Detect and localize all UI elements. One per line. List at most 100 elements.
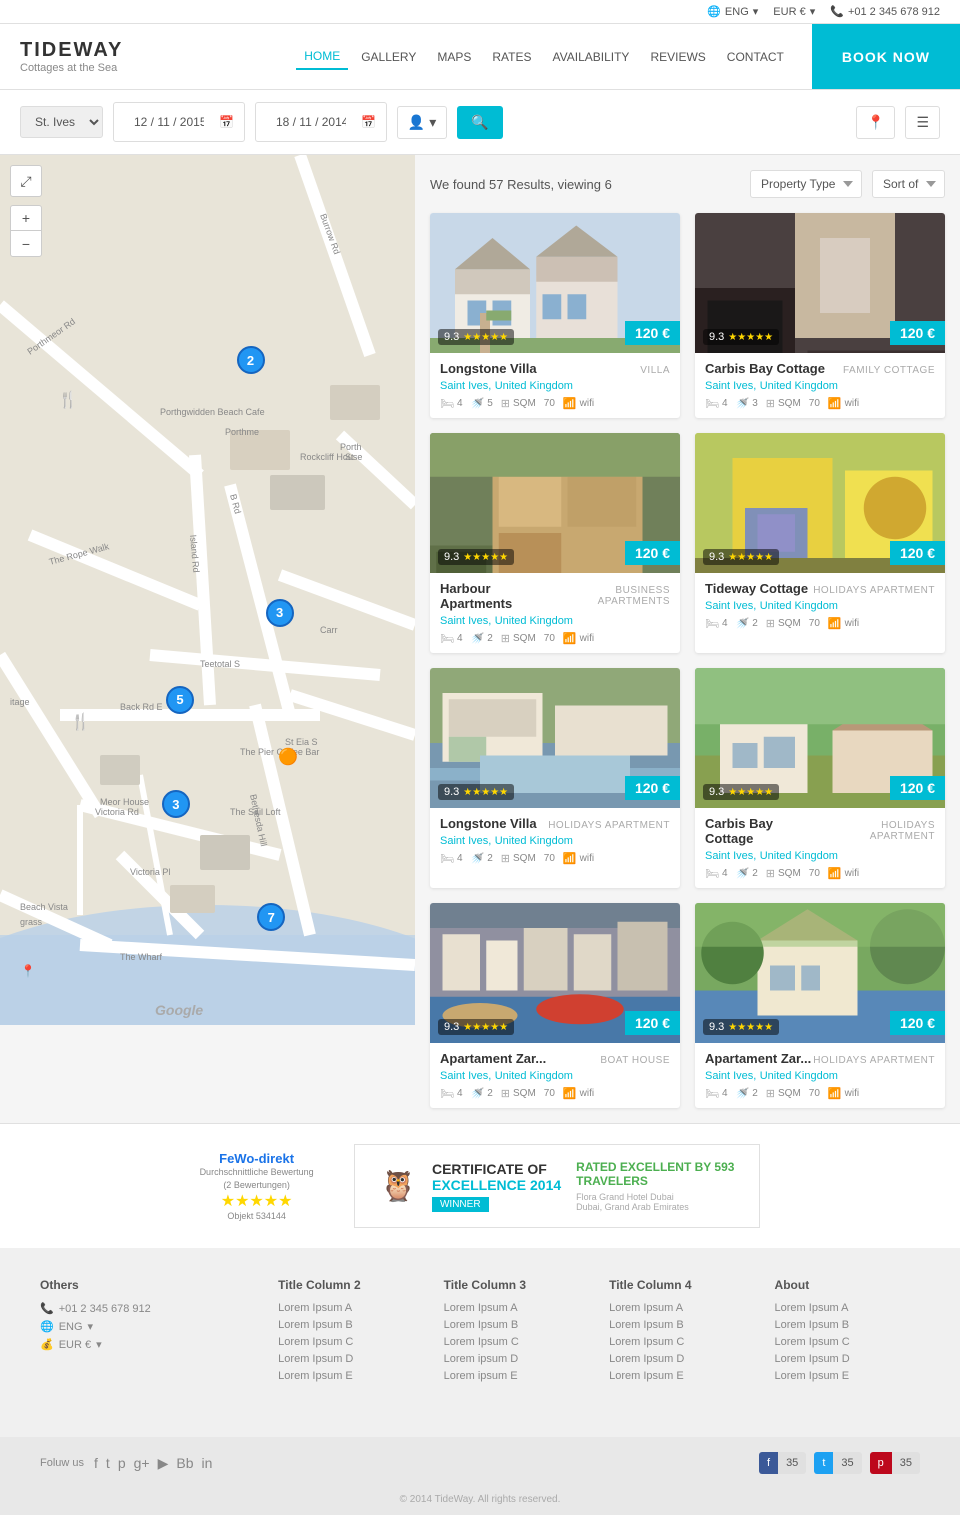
property-city[interactable]: Saint Ives,	[440, 380, 491, 392]
pinterest-count[interactable]: p 35	[870, 1452, 920, 1474]
location-pin-button[interactable]: 📍	[856, 106, 895, 139]
amenity-wifi: 📶 wifi	[828, 397, 859, 410]
currency-selector[interactable]: EUR € ▾	[773, 5, 815, 18]
property-city[interactable]: Saint Ives,	[705, 600, 756, 612]
nav-reviews[interactable]: REVIEWS	[642, 45, 713, 69]
nav-home[interactable]: HOME	[296, 44, 348, 70]
nav-rates[interactable]: RATES	[484, 45, 539, 69]
property-card[interactable]: 9.3 ★★★★★ 120 € Apartament Zar... HOLIDA…	[695, 903, 945, 1108]
property-card[interactable]: 9.3 ★★★★★ 120 € Longstone Villa VILLA Sa…	[430, 213, 680, 418]
rating-badge: 9.3 ★★★★★	[438, 329, 514, 345]
rating-badge: 9.3 ★★★★★	[438, 1019, 514, 1035]
property-name: Tideway Cottage	[705, 581, 808, 596]
zoom-in-button[interactable]: +	[11, 206, 41, 231]
amenity-wifi: 📶 wifi	[563, 1087, 594, 1100]
map-expand-button[interactable]: ⤢	[10, 165, 42, 197]
map-pin-3a[interactable]: 3	[266, 599, 294, 627]
cert-text: CERTIFICATE OFEXCELLENCE 2014 WINNER	[432, 1161, 561, 1212]
property-card[interactable]: 9.3 ★★★★★ 120 € Tideway Cottage HOLIDAYS…	[695, 433, 945, 653]
amenity-baths: 🚿 2	[471, 852, 493, 865]
property-card[interactable]: 9.3 ★★★★★ 120 € Harbour Apartments BUSIN…	[430, 433, 680, 653]
footer-list-item: Lorem Ipsum A	[775, 1302, 920, 1314]
currency-chevron-icon: ▾	[810, 5, 816, 18]
sqm-number: 70	[809, 398, 820, 409]
menu-button[interactable]: ☰	[905, 106, 940, 139]
bed-count: 4	[457, 1088, 463, 1099]
sqm-number: 70	[544, 398, 555, 409]
zoom-out-button[interactable]: −	[11, 231, 41, 256]
search-button[interactable]: 🔍	[457, 106, 502, 139]
checkin-date[interactable]	[124, 108, 214, 136]
date-to-input[interactable]: 📅	[255, 102, 387, 142]
social-bb[interactable]: Bb	[176, 1455, 193, 1472]
property-country[interactable]: United Kingdom	[495, 1070, 573, 1082]
social-pinterest[interactable]: p	[118, 1455, 126, 1472]
map-poi-3: 🟠	[278, 747, 298, 767]
property-country[interactable]: United Kingdom	[495, 835, 573, 847]
sort-select[interactable]: Sort of	[872, 170, 945, 198]
wifi-label: wifi	[845, 868, 859, 879]
property-amenities: 🛏 4 🚿 2 ⊞ SQM 70 📶	[440, 852, 670, 865]
property-country[interactable]: United Kingdom	[495, 615, 573, 627]
property-city[interactable]: Saint Ives,	[705, 380, 756, 392]
property-country[interactable]: United Kingdom	[760, 850, 838, 862]
property-city[interactable]: Saint Ives,	[440, 615, 491, 627]
location-select[interactable]: St. Ives	[20, 106, 103, 138]
nav-availability[interactable]: AVAILABILITY	[545, 45, 638, 69]
sqm-number: 70	[544, 1088, 555, 1099]
svg-text:Porthgwidden Beach Cafe: Porthgwidden Beach Cafe	[160, 407, 265, 417]
search-bar: St. Ives 📅 📅 👤 ▾ 🔍 📍 ☰	[0, 90, 960, 155]
property-city[interactable]: Saint Ives,	[440, 835, 491, 847]
price-badge: 120 €	[890, 1011, 945, 1035]
guests-select[interactable]: 👤 ▾	[397, 106, 447, 139]
social-facebook[interactable]: f	[94, 1455, 98, 1472]
fewo-stars: ★★★★★	[200, 1191, 314, 1211]
property-location: Saint Ives, United Kingdom	[440, 613, 670, 627]
property-type-select[interactable]: Property Type	[750, 170, 862, 198]
map-pin-3b[interactable]: 3	[162, 790, 190, 818]
facebook-count[interactable]: f 35	[759, 1452, 806, 1474]
nav-gallery[interactable]: GALLERY	[353, 45, 424, 69]
footer-list-item: Lorem Ipsum A	[444, 1302, 589, 1314]
nav-contact[interactable]: CONTACT	[719, 45, 792, 69]
map-pin-5[interactable]: 5	[166, 686, 194, 714]
map-pin-2[interactable]: 2	[237, 346, 265, 374]
checkout-date[interactable]	[266, 108, 356, 136]
social-twitter[interactable]: t	[106, 1455, 110, 1472]
property-card[interactable]: 9.3 ★★★★★ 120 € Longstone Villa HOLIDAYS…	[430, 668, 680, 888]
social-linkedin[interactable]: in	[201, 1455, 212, 1472]
book-now-button[interactable]: BOOK NOW	[812, 24, 960, 89]
property-city[interactable]: Saint Ives,	[705, 850, 756, 862]
footer-currency[interactable]: 💰 EUR € ▾	[40, 1338, 258, 1351]
sqm-value: SQM	[778, 1088, 801, 1099]
property-country[interactable]: United Kingdom	[495, 380, 573, 392]
social-youtube[interactable]: ▶	[158, 1455, 169, 1472]
stars: ★★★★★	[463, 552, 508, 563]
property-card[interactable]: 9.3 ★★★★★ 120 € Carbis Bay Cottage HOLID…	[695, 668, 945, 888]
footer-lang[interactable]: 🌐 ENG ▾	[40, 1320, 258, 1333]
svg-text:itage: itage	[10, 697, 30, 707]
rated-text: RATED EXCELLENT BY 593TRAVELERS	[576, 1160, 734, 1188]
property-country[interactable]: United Kingdom	[760, 380, 838, 392]
social-google[interactable]: g+	[134, 1455, 150, 1472]
sqm-value: SQM	[778, 398, 801, 409]
property-city[interactable]: Saint Ives,	[440, 1070, 491, 1082]
sqm-value: SQM	[513, 633, 536, 644]
language-selector[interactable]: 🌐 ENG ▾	[707, 5, 758, 18]
property-country[interactable]: United Kingdom	[760, 600, 838, 612]
property-country[interactable]: United Kingdom	[760, 1070, 838, 1082]
property-city[interactable]: Saint Ives,	[705, 1070, 756, 1082]
amenity-sqm: ⊞ SQM	[766, 397, 801, 410]
rating-value: 9.3	[709, 786, 724, 798]
date-from-input[interactable]: 📅	[113, 102, 245, 142]
wifi-icon: 📶	[828, 867, 842, 880]
property-info: Carbis Bay Cottage HOLIDAYS APARTMENT Sa…	[695, 808, 945, 888]
property-card[interactable]: 9.3 ★★★★★ 120 € Apartament Zar... BOAT H…	[430, 903, 680, 1108]
wifi-label: wifi	[845, 618, 859, 629]
property-type: FAMILY COTTAGE	[843, 365, 935, 376]
bath-count: 3	[752, 398, 758, 409]
nav-maps[interactable]: MAPS	[429, 45, 479, 69]
twitter-count[interactable]: t 35	[814, 1452, 861, 1474]
property-card[interactable]: 9.3 ★★★★★ 120 € Carbis Bay Cottage FAMIL…	[695, 213, 945, 418]
amenity-sqm-val: 70	[809, 398, 820, 409]
